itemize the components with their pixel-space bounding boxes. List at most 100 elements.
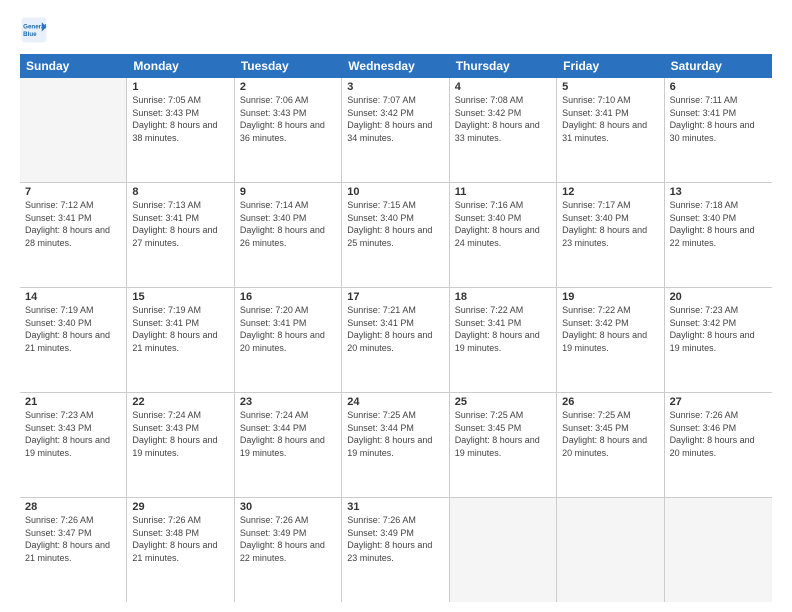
day-number: 30 [240, 501, 336, 513]
sun-info: Sunrise: 7:23 AMSunset: 3:42 PMDaylight:… [670, 304, 767, 354]
cal-cell: 20 Sunrise: 7:23 AMSunset: 3:42 PMDaylig… [665, 288, 772, 392]
cal-cell: 11 Sunrise: 7:16 AMSunset: 3:40 PMDaylig… [450, 183, 557, 287]
svg-text:Blue: Blue [23, 31, 37, 38]
day-number: 12 [562, 186, 658, 198]
sun-info: Sunrise: 7:19 AMSunset: 3:40 PMDaylight:… [25, 304, 121, 354]
day-number: 24 [347, 396, 443, 408]
day-number: 8 [132, 186, 228, 198]
page-header: General Blue [20, 16, 772, 44]
cal-cell [20, 78, 127, 182]
sun-info: Sunrise: 7:07 AMSunset: 3:42 PMDaylight:… [347, 94, 443, 144]
sun-info: Sunrise: 7:11 AMSunset: 3:41 PMDaylight:… [670, 94, 767, 144]
sun-info: Sunrise: 7:26 AMSunset: 3:48 PMDaylight:… [132, 514, 228, 564]
cal-cell: 31 Sunrise: 7:26 AMSunset: 3:49 PMDaylig… [342, 498, 449, 602]
sun-info: Sunrise: 7:23 AMSunset: 3:43 PMDaylight:… [25, 409, 121, 459]
day-number: 5 [562, 81, 658, 93]
week-row-1: 1 Sunrise: 7:05 AMSunset: 3:43 PMDayligh… [20, 78, 772, 183]
cal-cell: 12 Sunrise: 7:17 AMSunset: 3:40 PMDaylig… [557, 183, 664, 287]
cal-cell: 4 Sunrise: 7:08 AMSunset: 3:42 PMDayligh… [450, 78, 557, 182]
sun-info: Sunrise: 7:22 AMSunset: 3:41 PMDaylight:… [455, 304, 551, 354]
day-number: 10 [347, 186, 443, 198]
cal-cell: 1 Sunrise: 7:05 AMSunset: 3:43 PMDayligh… [127, 78, 234, 182]
day-number: 14 [25, 291, 121, 303]
cal-cell: 5 Sunrise: 7:10 AMSunset: 3:41 PMDayligh… [557, 78, 664, 182]
day-number: 9 [240, 186, 336, 198]
day-number: 29 [132, 501, 228, 513]
cal-cell: 6 Sunrise: 7:11 AMSunset: 3:41 PMDayligh… [665, 78, 772, 182]
cal-cell [665, 498, 772, 602]
day-number: 15 [132, 291, 228, 303]
sun-info: Sunrise: 7:13 AMSunset: 3:41 PMDaylight:… [132, 199, 228, 249]
week-row-2: 7 Sunrise: 7:12 AMSunset: 3:41 PMDayligh… [20, 183, 772, 288]
cal-cell: 22 Sunrise: 7:24 AMSunset: 3:43 PMDaylig… [127, 393, 234, 497]
sun-info: Sunrise: 7:26 AMSunset: 3:49 PMDaylight:… [240, 514, 336, 564]
sun-info: Sunrise: 7:24 AMSunset: 3:43 PMDaylight:… [132, 409, 228, 459]
sun-info: Sunrise: 7:25 AMSunset: 3:45 PMDaylight:… [562, 409, 658, 459]
logo: General Blue [20, 16, 52, 44]
sun-info: Sunrise: 7:26 AMSunset: 3:49 PMDaylight:… [347, 514, 443, 564]
sun-info: Sunrise: 7:25 AMSunset: 3:45 PMDaylight:… [455, 409, 551, 459]
day-number: 1 [132, 81, 228, 93]
sun-info: Sunrise: 7:25 AMSunset: 3:44 PMDaylight:… [347, 409, 443, 459]
cal-cell: 23 Sunrise: 7:24 AMSunset: 3:44 PMDaylig… [235, 393, 342, 497]
sun-info: Sunrise: 7:05 AMSunset: 3:43 PMDaylight:… [132, 94, 228, 144]
cal-cell: 18 Sunrise: 7:22 AMSunset: 3:41 PMDaylig… [450, 288, 557, 392]
day-number: 31 [347, 501, 443, 513]
cal-cell: 14 Sunrise: 7:19 AMSunset: 3:40 PMDaylig… [20, 288, 127, 392]
day-number: 26 [562, 396, 658, 408]
sun-info: Sunrise: 7:10 AMSunset: 3:41 PMDaylight:… [562, 94, 658, 144]
calendar-body: 1 Sunrise: 7:05 AMSunset: 3:43 PMDayligh… [20, 78, 772, 602]
day-number: 23 [240, 396, 336, 408]
cal-cell: 17 Sunrise: 7:21 AMSunset: 3:41 PMDaylig… [342, 288, 449, 392]
day-number: 22 [132, 396, 228, 408]
day-number: 6 [670, 81, 767, 93]
sun-info: Sunrise: 7:19 AMSunset: 3:41 PMDaylight:… [132, 304, 228, 354]
cal-cell: 16 Sunrise: 7:20 AMSunset: 3:41 PMDaylig… [235, 288, 342, 392]
cal-cell: 3 Sunrise: 7:07 AMSunset: 3:42 PMDayligh… [342, 78, 449, 182]
week-row-3: 14 Sunrise: 7:19 AMSunset: 3:40 PMDaylig… [20, 288, 772, 393]
week-row-5: 28 Sunrise: 7:26 AMSunset: 3:47 PMDaylig… [20, 498, 772, 602]
day-number: 4 [455, 81, 551, 93]
logo-icon: General Blue [20, 16, 48, 44]
day-number: 25 [455, 396, 551, 408]
cal-cell [557, 498, 664, 602]
cal-cell: 15 Sunrise: 7:19 AMSunset: 3:41 PMDaylig… [127, 288, 234, 392]
day-number: 13 [670, 186, 767, 198]
sun-info: Sunrise: 7:12 AMSunset: 3:41 PMDaylight:… [25, 199, 121, 249]
sun-info: Sunrise: 7:20 AMSunset: 3:41 PMDaylight:… [240, 304, 336, 354]
sun-info: Sunrise: 7:08 AMSunset: 3:42 PMDaylight:… [455, 94, 551, 144]
header-cell-tuesday: Tuesday [235, 54, 342, 78]
sun-info: Sunrise: 7:15 AMSunset: 3:40 PMDaylight:… [347, 199, 443, 249]
cal-cell: 25 Sunrise: 7:25 AMSunset: 3:45 PMDaylig… [450, 393, 557, 497]
cal-cell: 24 Sunrise: 7:25 AMSunset: 3:44 PMDaylig… [342, 393, 449, 497]
sun-info: Sunrise: 7:18 AMSunset: 3:40 PMDaylight:… [670, 199, 767, 249]
cal-cell: 27 Sunrise: 7:26 AMSunset: 3:46 PMDaylig… [665, 393, 772, 497]
day-number: 2 [240, 81, 336, 93]
cal-cell: 10 Sunrise: 7:15 AMSunset: 3:40 PMDaylig… [342, 183, 449, 287]
header-cell-wednesday: Wednesday [342, 54, 449, 78]
day-number: 18 [455, 291, 551, 303]
cal-cell [450, 498, 557, 602]
sun-info: Sunrise: 7:24 AMSunset: 3:44 PMDaylight:… [240, 409, 336, 459]
day-number: 3 [347, 81, 443, 93]
week-row-4: 21 Sunrise: 7:23 AMSunset: 3:43 PMDaylig… [20, 393, 772, 498]
sun-info: Sunrise: 7:26 AMSunset: 3:47 PMDaylight:… [25, 514, 121, 564]
day-number: 17 [347, 291, 443, 303]
cal-cell: 21 Sunrise: 7:23 AMSunset: 3:43 PMDaylig… [20, 393, 127, 497]
header-cell-monday: Monday [127, 54, 234, 78]
day-number: 7 [25, 186, 121, 198]
header-cell-thursday: Thursday [450, 54, 557, 78]
day-number: 16 [240, 291, 336, 303]
sun-info: Sunrise: 7:17 AMSunset: 3:40 PMDaylight:… [562, 199, 658, 249]
sun-info: Sunrise: 7:14 AMSunset: 3:40 PMDaylight:… [240, 199, 336, 249]
day-number: 20 [670, 291, 767, 303]
cal-cell: 28 Sunrise: 7:26 AMSunset: 3:47 PMDaylig… [20, 498, 127, 602]
day-number: 19 [562, 291, 658, 303]
header-cell-saturday: Saturday [665, 54, 772, 78]
sun-info: Sunrise: 7:21 AMSunset: 3:41 PMDaylight:… [347, 304, 443, 354]
cal-cell: 30 Sunrise: 7:26 AMSunset: 3:49 PMDaylig… [235, 498, 342, 602]
day-number: 11 [455, 186, 551, 198]
header-cell-friday: Friday [557, 54, 664, 78]
cal-cell: 13 Sunrise: 7:18 AMSunset: 3:40 PMDaylig… [665, 183, 772, 287]
day-number: 27 [670, 396, 767, 408]
